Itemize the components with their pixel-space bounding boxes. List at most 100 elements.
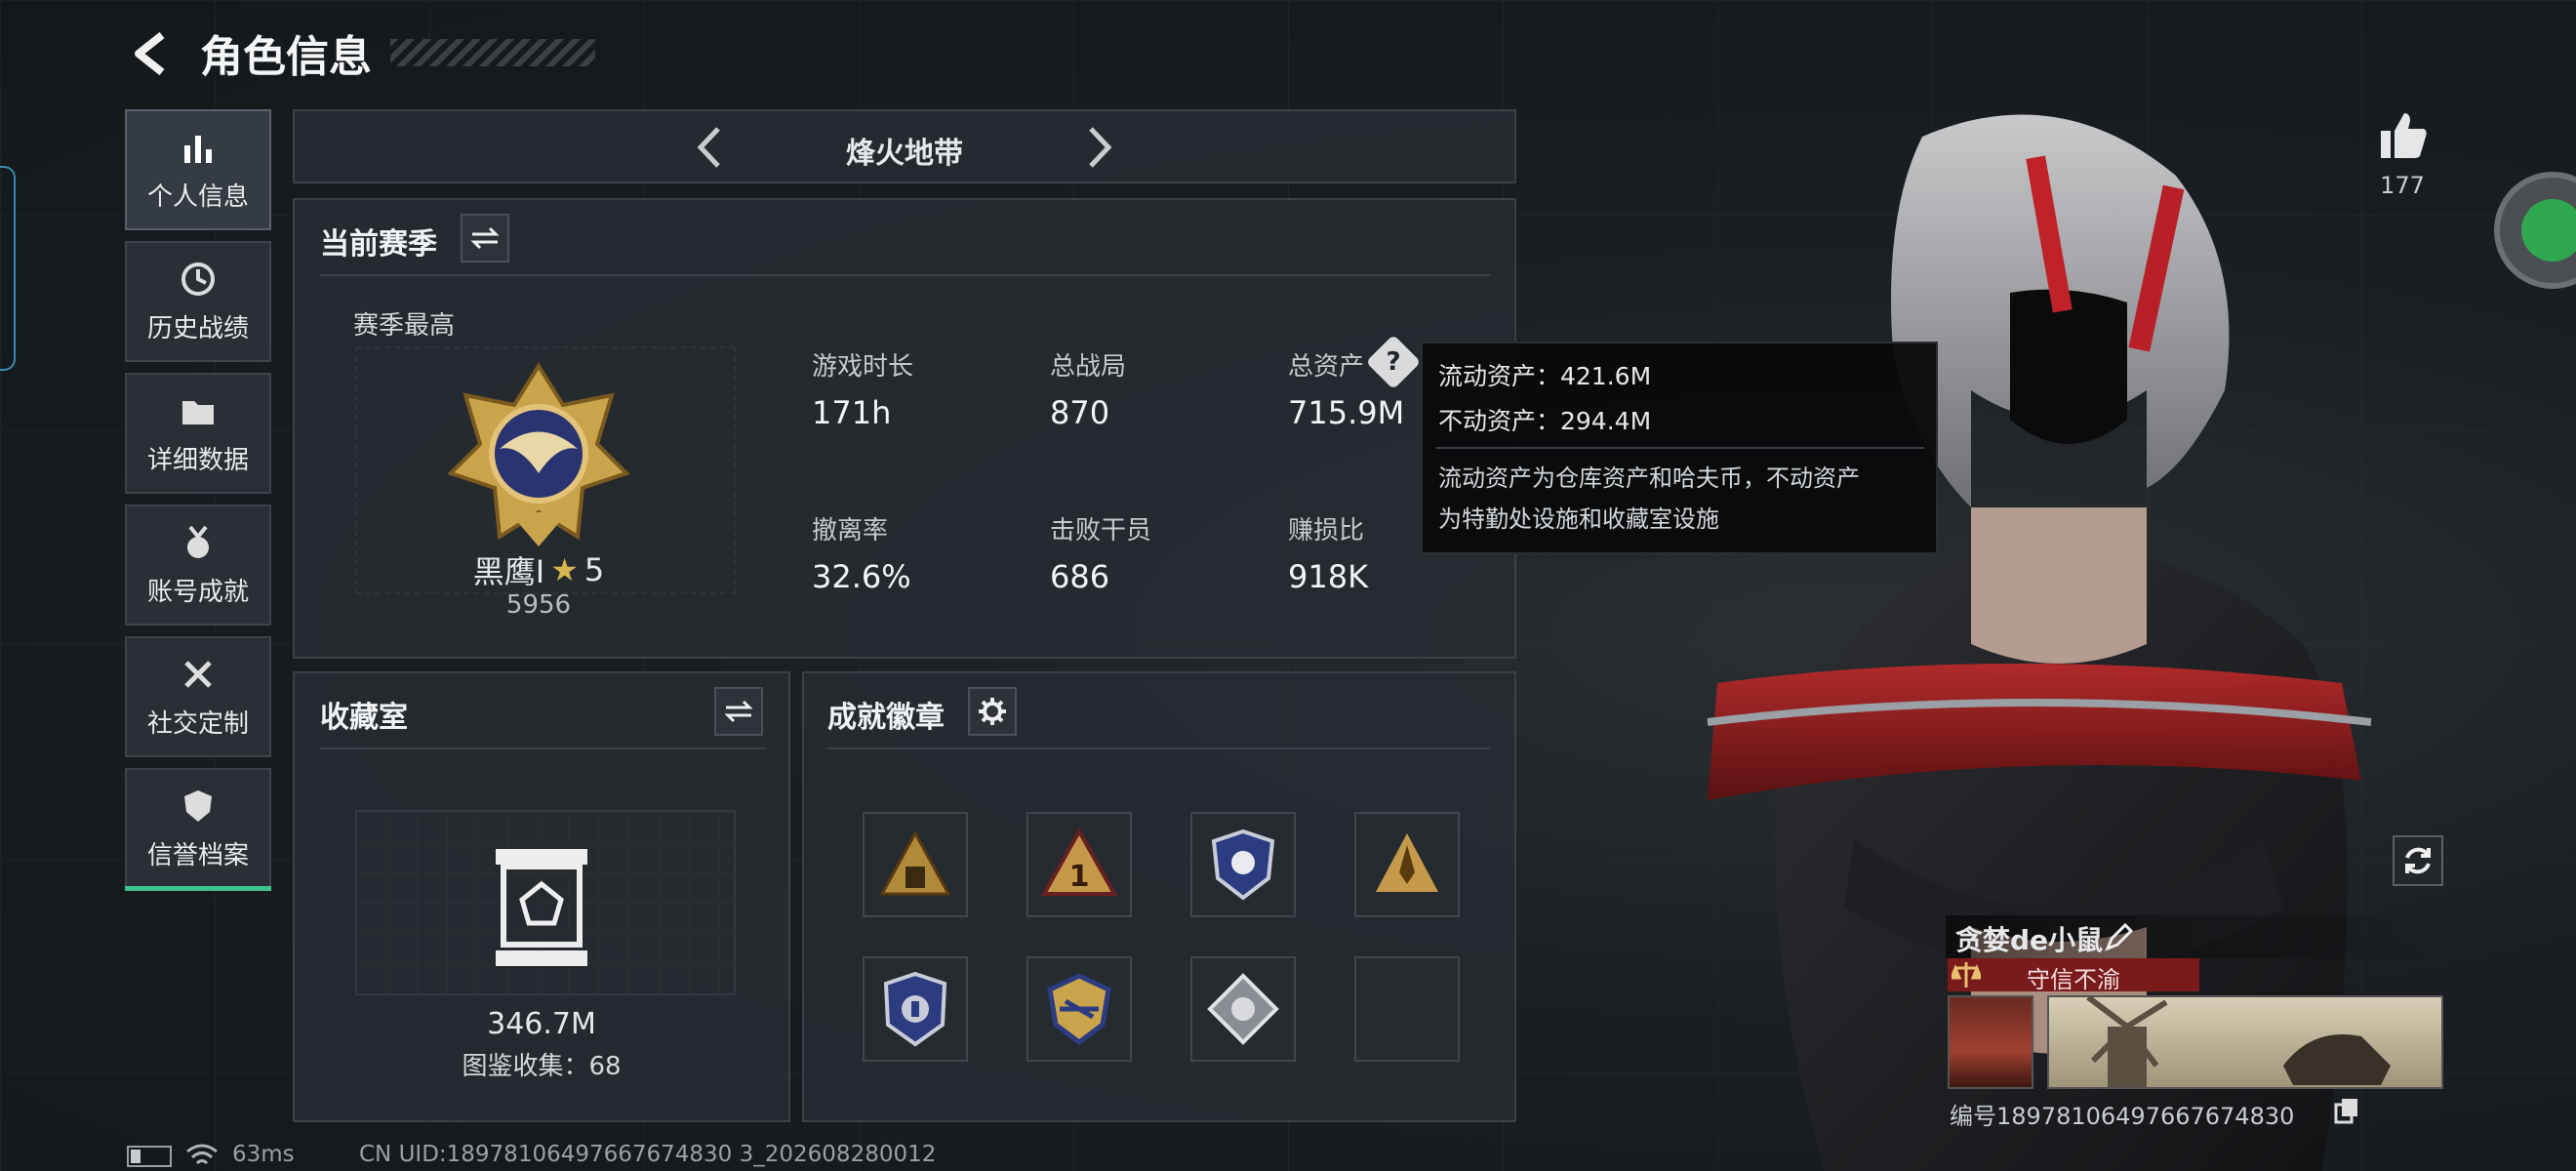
- season-best-label: 赛季最高: [353, 311, 456, 341]
- stat-value: 918K: [1288, 558, 1369, 595]
- badge-slot[interactable]: [1354, 812, 1460, 917]
- badge-blue-shield-icon: [1211, 828, 1275, 901]
- nav-detail-data[interactable]: 详细数据: [125, 373, 271, 494]
- stat-total-matches: 总战局 870: [1050, 346, 1126, 431]
- page-title: 角色信息: [200, 32, 372, 82]
- medal-icon: [187, 525, 209, 558]
- title-tag-label: 守信不渝: [2027, 966, 2120, 993]
- ping-value: 63ms: [232, 1142, 295, 1167]
- stat-label: 赚损比: [1288, 516, 1365, 545]
- rank-emblem-icon: [447, 362, 630, 546]
- nav-achievements[interactable]: 账号成就: [125, 505, 271, 626]
- svg-text:1: 1: [1069, 860, 1090, 894]
- badge-gold-wings-icon: [1047, 973, 1111, 1046]
- badge-slot[interactable]: [1026, 956, 1132, 1062]
- copy-icon: [2334, 1099, 2357, 1124]
- like-count: 177: [2380, 172, 2425, 199]
- badge-police-icon: [883, 971, 947, 1047]
- collection-switch-button[interactable]: [714, 687, 763, 736]
- badge-diamond-icon: [1207, 973, 1279, 1045]
- divider: [827, 747, 1491, 749]
- nav-credit-record[interactable]: 信誉档案: [125, 768, 271, 889]
- edit-name-button[interactable]: [2104, 921, 2135, 952]
- player-uid: 编号18978106497667674830: [1950, 1103, 2295, 1130]
- nav-history[interactable]: 历史战绩: [125, 241, 271, 362]
- nav-label: 社交定制: [146, 708, 249, 739]
- title-decoration: [390, 39, 595, 66]
- season-title: 当前赛季: [320, 227, 437, 262]
- rank-line: 黑鹰I ★ 5: [422, 547, 656, 592]
- avatar[interactable]: [1948, 995, 2033, 1089]
- stat-value: 715.9M: [1288, 394, 1405, 431]
- swap-icon: [724, 700, 753, 723]
- wechat-icon: [2521, 199, 2576, 262]
- left-edge-tab[interactable]: [0, 166, 16, 371]
- badge-rocket-icon: [1376, 833, 1438, 892]
- tools-icon: [184, 660, 212, 688]
- name-row: 贪婪de小鼠: [1946, 915, 2443, 958]
- collection-title: 收藏室: [320, 701, 408, 735]
- battery-icon: [127, 1146, 172, 1167]
- tooltip-fixed: 不动资产：294.4M: [1438, 407, 1652, 435]
- shield-icon: [184, 789, 212, 822]
- nav-label: 个人信息: [146, 182, 249, 212]
- collection-panel: 收藏室 346.7M 图鉴收集：68: [293, 671, 790, 1122]
- pencil-icon: [2105, 922, 2134, 951]
- back-button[interactable]: [127, 29, 176, 78]
- badge-pyramid-icon: [879, 829, 951, 896]
- mode-selector: 烽火地带: [293, 109, 1516, 183]
- nav-label: 历史战绩: [146, 313, 249, 343]
- question-icon: ?: [1386, 347, 1401, 377]
- stat-label: 游戏时长: [812, 352, 914, 382]
- rank-name: 黑鹰I: [472, 553, 545, 590]
- collection-count: 图鉴收集：68: [462, 1052, 622, 1081]
- badge-rank-one-icon: 1: [1040, 827, 1118, 896]
- clock-icon: [181, 262, 215, 296]
- stat-extract-rate: 撤离率 32.6%: [812, 510, 911, 595]
- mode-label: 烽火地带: [846, 137, 963, 171]
- wifi-icon: [186, 1144, 218, 1165]
- windmill-horse-illustration: [2086, 994, 2391, 1087]
- stat-value: 171h: [812, 394, 892, 431]
- badge-slot[interactable]: [863, 956, 968, 1062]
- tooltip-divider: [1436, 447, 1924, 449]
- name-card-banner[interactable]: [2047, 994, 2443, 1089]
- badge-slot[interactable]: 1: [1026, 812, 1132, 917]
- chevron-right-icon: [1089, 127, 1112, 168]
- back-arrow-icon: [135, 31, 165, 76]
- stat-playtime: 游戏时长 171h: [812, 346, 913, 431]
- rotate-model-button[interactable]: [2393, 835, 2443, 886]
- tooltip-liquid: 流动资产：421.6M: [1438, 362, 1652, 390]
- gear-icon: [979, 698, 1006, 725]
- nav-social-custom[interactable]: 社交定制: [125, 636, 271, 757]
- divider: [320, 274, 1491, 276]
- tooltip-desc-line1: 流动资产为仓库资产和哈夫币，不动资产: [1438, 464, 1860, 492]
- stat-label: 总战局: [1050, 352, 1127, 382]
- season-switch-button[interactable]: [461, 214, 509, 262]
- stat-label: 击败干员: [1050, 516, 1152, 545]
- badges-title: 成就徽章: [827, 701, 945, 735]
- refresh-icon: [2405, 847, 2431, 874]
- nav-personal-info[interactable]: 个人信息: [125, 109, 271, 891]
- tooltip-desc-line2: 为特勤处设施和收藏室设施: [1438, 505, 1719, 533]
- title-tag: 守信不渝: [1948, 958, 2199, 993]
- badge-slot[interactable]: [863, 812, 968, 917]
- display-case-icon: [496, 849, 587, 966]
- rank-score: 5956: [505, 590, 572, 620]
- like-button[interactable]: [2373, 105, 2432, 164]
- folder-icon: [182, 400, 214, 424]
- star-icon: ★: [550, 551, 579, 588]
- badge-slot[interactable]: [1190, 956, 1296, 1062]
- stat-value: 686: [1050, 558, 1110, 595]
- badges-settings-button[interactable]: [968, 687, 1017, 736]
- next-mode-button[interactable]: [1075, 121, 1124, 174]
- badge-slot[interactable]: [1190, 812, 1296, 917]
- stat-label: 撤离率: [812, 516, 889, 545]
- badge-slot-empty[interactable]: [1354, 956, 1460, 1062]
- copy-uid-button[interactable]: [2334, 1097, 2359, 1124]
- stat-value: 870: [1050, 394, 1110, 431]
- stat-kills: 击败干员 686: [1050, 510, 1151, 595]
- nav-label: 账号成就: [146, 577, 249, 607]
- sidebar: 个人信息 历史战绩 详细数据 账号成就 社交定制 信誉档案: [125, 109, 271, 891]
- rank-stars: 5: [584, 551, 605, 588]
